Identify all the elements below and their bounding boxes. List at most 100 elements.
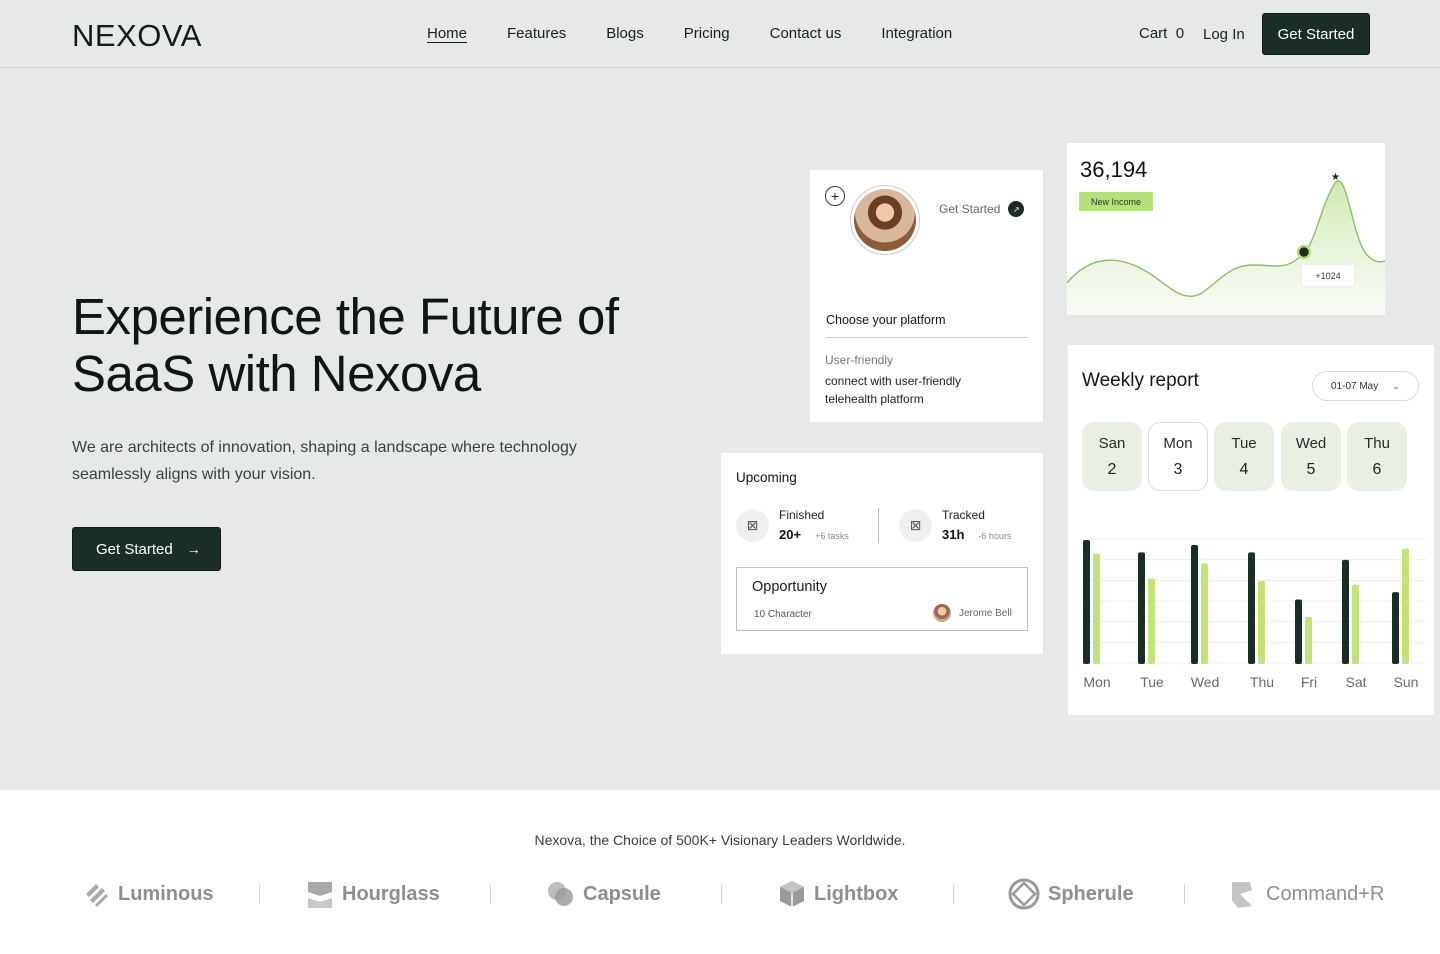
day-name: Wed xyxy=(1295,434,1327,452)
finished-note: +6 tasks xyxy=(815,531,849,541)
avatar xyxy=(850,185,920,255)
logo-lightbox: Lightbox xyxy=(778,878,898,910)
nav-link-blogs[interactable]: Blogs xyxy=(606,25,644,42)
tracked-value: 31h xyxy=(942,527,965,542)
finished-stat: ⊠ Finished 20+ +6 tasks xyxy=(736,508,849,542)
nav-get-started-button[interactable]: Get Started xyxy=(1262,13,1370,55)
plus-icon[interactable]: + xyxy=(825,186,845,206)
income-badge: New Income xyxy=(1079,192,1153,211)
day-name: San xyxy=(1098,434,1126,452)
finished-label: Finished xyxy=(779,508,825,522)
bar-fri-series-2 xyxy=(1305,616,1312,664)
bar-label-sun: Sun xyxy=(1393,674,1419,690)
nav-links: Home Features Blogs Pricing Contact us I… xyxy=(427,25,992,42)
platform-caption: User-friendly xyxy=(825,353,894,367)
income-card: 36,194 New Income ★ +1024 xyxy=(1067,143,1385,315)
day-pill-tue[interactable]: Tue 4 xyxy=(1214,422,1274,491)
luminous-logo-icon xyxy=(86,884,108,907)
nav-link-pricing[interactable]: Pricing xyxy=(684,25,730,42)
day-pill-san[interactable]: San 2 xyxy=(1082,422,1142,491)
income-tooltip: +1024 xyxy=(1302,265,1354,286)
logo-name: Lightbox xyxy=(814,882,899,905)
divider xyxy=(1184,884,1185,904)
profile-get-started-link[interactable]: Get Started ↗ xyxy=(939,201,1025,217)
logo-command-r: Command+R xyxy=(1230,878,1384,910)
opportunity-user: Jerome Bell xyxy=(933,604,1012,622)
bar-label-tue: Tue xyxy=(1140,674,1164,690)
day-pill-thu[interactable]: Thu 6 xyxy=(1347,422,1407,491)
command-r-logo-icon xyxy=(1232,882,1252,908)
login-link[interactable]: Log In xyxy=(1203,26,1245,43)
platform-card: + Get Started ↗ Choose your platform Use… xyxy=(810,170,1043,422)
opportunity-title: Opportunity xyxy=(752,579,827,595)
nav-link-integration[interactable]: Integration xyxy=(881,25,952,42)
hero-subtitle: We are architects of innovation, shaping… xyxy=(72,439,577,483)
bar-sun-series-2 xyxy=(1402,548,1409,664)
lightbox-logo-icon xyxy=(780,881,804,907)
weekly-report-card: Weekly report 01-07 May ⌄ San 2 Mon 3 Tu… xyxy=(1068,345,1434,715)
day-number: 2 xyxy=(1107,460,1117,478)
bar-sat-series-2 xyxy=(1352,584,1359,664)
chevron-down-icon: ⌄ xyxy=(1392,380,1400,391)
logo-spherule: Spherule xyxy=(1008,878,1134,910)
income-value: 36,194 xyxy=(1080,157,1148,182)
income-point xyxy=(1296,244,1312,260)
logo-name: Luminous xyxy=(118,882,214,905)
opportunity-box[interactable]: Opportunity 10 Character Jerome Bell xyxy=(736,567,1028,631)
bar-label-sat: Sat xyxy=(1345,674,1367,690)
logos-tagline: Nexova, the Choice of 500K+ Visionary Le… xyxy=(534,832,906,848)
tracked-note: -6 hours xyxy=(978,531,1012,541)
nav-link-home[interactable]: Home xyxy=(427,25,467,42)
tracked-label: Tracked xyxy=(942,508,985,522)
brand-logo[interactable]: NEXOVA xyxy=(72,18,202,54)
divider xyxy=(826,337,1028,338)
tasks-icon: ⊠ xyxy=(736,508,769,542)
bar-sat-series-1 xyxy=(1342,559,1349,664)
platform-description: connect with user-friendly telehealth pl… xyxy=(825,374,962,406)
day-name: Thu xyxy=(1364,434,1390,452)
upcoming-title: Upcoming xyxy=(736,470,797,485)
day-name: Mon xyxy=(1163,434,1193,452)
bar-mon-series-2 xyxy=(1093,553,1100,664)
day-number: 4 xyxy=(1239,460,1249,478)
platform-title: Choose your platform xyxy=(826,313,946,327)
opportunity-subtitle: 10 Character xyxy=(754,609,812,620)
bar-mon-series-1 xyxy=(1083,540,1090,664)
avatar-photo xyxy=(854,189,916,251)
hourglass-logo-icon xyxy=(308,882,332,908)
logo-name: Capsule xyxy=(583,882,661,905)
cart-link[interactable]: Cart 0 xyxy=(1139,25,1184,42)
date-range-value: 01-07 May xyxy=(1331,380,1379,392)
divider xyxy=(721,884,722,904)
arrow-right-icon: → xyxy=(186,541,201,557)
divider xyxy=(259,884,260,904)
hero-title: Experience the Future of SaaS with Nexov… xyxy=(72,288,619,402)
divider xyxy=(953,884,954,904)
day-number: 6 xyxy=(1372,460,1382,478)
profile-get-started-label: Get Started xyxy=(939,202,1001,216)
capsule-logo-icon xyxy=(548,882,573,906)
nav-link-contact[interactable]: Contact us xyxy=(770,25,842,42)
avatar xyxy=(933,604,951,622)
bar-tue-series-1 xyxy=(1138,552,1145,664)
hero-get-started-button[interactable]: Get Started → xyxy=(72,527,221,571)
day-number: 3 xyxy=(1173,460,1183,478)
upcoming-card: Upcoming ⊠ Finished 20+ +6 tasks ⊠ Tracke… xyxy=(721,453,1043,654)
finished-value: 20+ xyxy=(779,527,802,542)
bar-sun-series-1 xyxy=(1392,592,1399,664)
divider xyxy=(878,508,879,543)
day-pill-mon[interactable]: Mon 3 xyxy=(1148,422,1208,491)
bar-thu-series-2 xyxy=(1258,580,1265,664)
opportunity-user-name: Jerome Bell xyxy=(959,607,1012,619)
date-range-select[interactable]: 01-07 May ⌄ xyxy=(1312,371,1419,401)
nav-link-features[interactable]: Features xyxy=(507,25,566,42)
logo-hourglass: Hourglass xyxy=(306,878,440,910)
logo-capsule: Capsule xyxy=(547,878,661,910)
day-name: Tue xyxy=(1231,434,1257,452)
day-pill-wed[interactable]: Wed 5 xyxy=(1281,422,1341,491)
bar-wed-series-2 xyxy=(1201,563,1208,664)
bar-tue-series-2 xyxy=(1148,578,1155,664)
bar-wed-series-1 xyxy=(1191,544,1198,664)
tracked-stat: ⊠ Tracked 31h -6 hours xyxy=(899,508,1011,542)
weekly-bar-chart xyxy=(1082,538,1426,664)
